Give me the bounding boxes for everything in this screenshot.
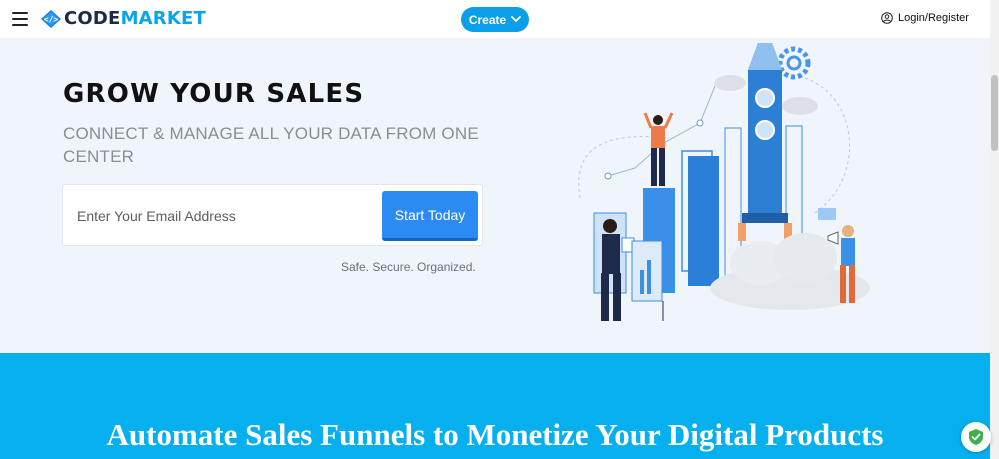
banner-title: Automate Sales Funnels to Monetize Your … (106, 417, 884, 452)
safe-secure-note: Safe. Secure. Organized. (341, 260, 476, 274)
shield-check-icon[interactable] (961, 422, 991, 452)
svg-text:</>: </> (44, 15, 59, 24)
login-register-link[interactable]: Login/Register (881, 12, 969, 24)
start-today-button[interactable]: Start Today (382, 191, 478, 241)
hero-title: GROW YOUR SALES (63, 79, 365, 109)
logo-text: CODEMARKET (64, 8, 206, 29)
login-register-label: Login/Register (898, 12, 969, 24)
email-input[interactable] (77, 204, 367, 228)
user-circle-icon (881, 12, 893, 24)
create-button[interactable]: Create (461, 7, 529, 32)
logo[interactable]: </> CODEMARKET (40, 8, 206, 29)
hero-subtitle: CONNECT & MANAGE ALL YOUR DATA FROM ONE … (63, 124, 479, 166)
create-button-label: Create (468, 12, 507, 27)
features-banner: Automate Sales Funnels to Monetize Your … (0, 353, 990, 459)
page-scrollbar[interactable] (990, 0, 999, 459)
hero-section: GROW YOUR SALES CONNECT & MANAGE ALL YOU… (0, 38, 990, 353)
site-header: </> CODEMARKET Create Login/Register (0, 0, 990, 38)
growth-illustration (578, 43, 870, 321)
chevron-down-icon (511, 16, 522, 23)
shield-check-glyph (969, 429, 983, 445)
scrollbar-thumb[interactable] (991, 75, 998, 151)
hamburger-menu-icon[interactable] (12, 12, 28, 26)
code-tag-icon: </> (41, 9, 61, 28)
email-signup-form: Start Today (62, 184, 483, 246)
